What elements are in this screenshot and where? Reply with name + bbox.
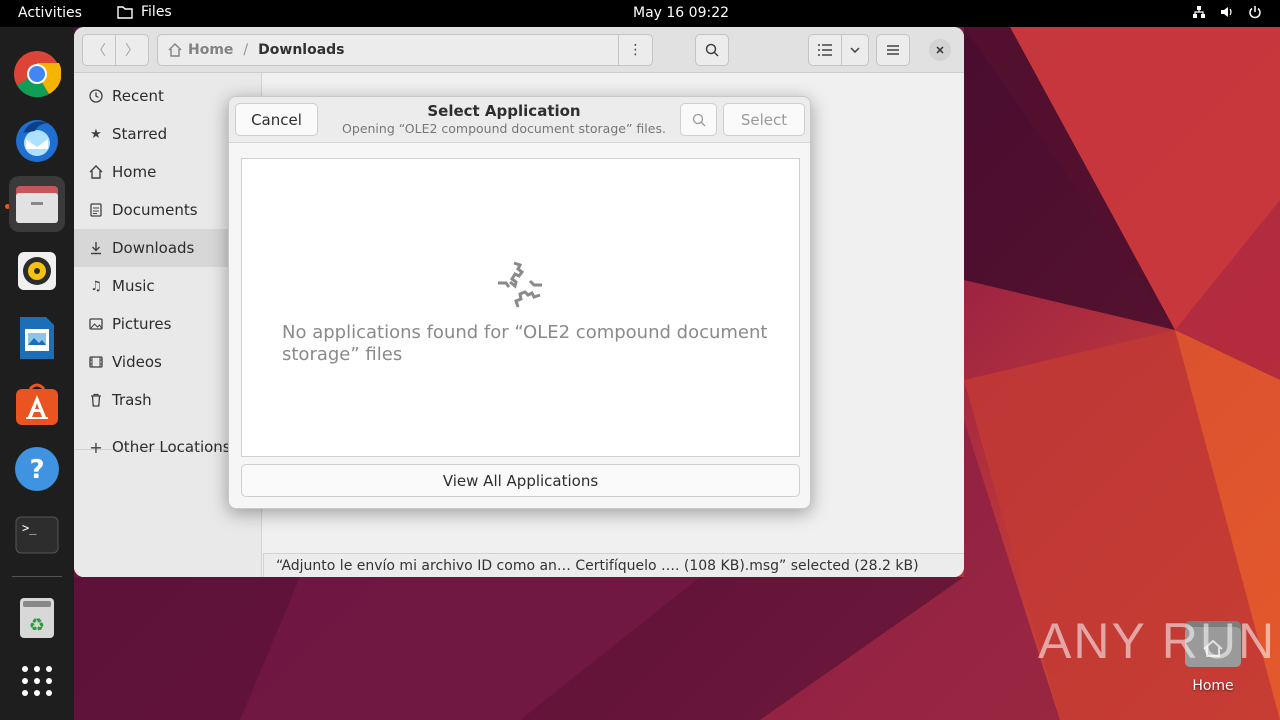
dock: ? >_ ♻ — [0, 27, 74, 720]
cancel-button[interactable]: Cancel — [235, 103, 318, 136]
top-bar: Activities Files May 16 09:22 — [0, 0, 1280, 27]
dock-separator — [12, 576, 62, 577]
app-center-icon[interactable] — [9, 376, 65, 432]
dialog-search-button[interactable] — [680, 103, 717, 136]
dialog-headerbar: Cancel Select Application Opening “OLE2 … — [229, 97, 810, 143]
dialog-subtitle: Opening “OLE2 compound document storage”… — [342, 121, 666, 136]
svg-text:?: ? — [29, 455, 44, 485]
folder-icon — [117, 6, 133, 19]
search-icon — [692, 113, 705, 126]
trash-icon[interactable]: ♻ — [9, 590, 65, 646]
chrome-icon[interactable] — [9, 46, 65, 102]
terminal-icon[interactable]: >_ — [9, 507, 65, 563]
power-icon — [1248, 5, 1262, 19]
select-button[interactable]: Select — [723, 103, 805, 136]
desktop-home-label: Home — [1192, 678, 1234, 694]
rhythmbox-icon[interactable] — [9, 243, 65, 299]
select-application-dialog: Cancel Select Application Opening “OLE2 … — [228, 96, 811, 509]
svg-text:>_: >_ — [22, 521, 37, 535]
activities-button[interactable]: Activities — [18, 5, 82, 21]
clock[interactable]: May 16 09:22 — [633, 5, 729, 21]
libreoffice-writer-icon[interactable] — [9, 310, 65, 366]
network-icon — [1192, 5, 1206, 19]
svg-text:♻: ♻ — [29, 615, 45, 636]
application-list: No applications found for “OLE2 compound… — [241, 158, 800, 457]
view-all-applications-button[interactable]: View All Applications — [241, 464, 800, 497]
status-bar: “Adjunto le envío mi archivo ID como an…… — [263, 553, 964, 577]
system-tray[interactable] — [1192, 5, 1262, 19]
watermark: ANY RUN — [1038, 613, 1277, 669]
files-icon[interactable] — [9, 176, 65, 232]
app-menu-label: Files — [141, 4, 172, 20]
app-menu[interactable]: Files — [117, 4, 172, 20]
no-applications-icon — [498, 261, 542, 308]
volume-icon — [1220, 5, 1234, 19]
help-icon[interactable]: ? — [9, 441, 65, 497]
show-apps-icon[interactable] — [9, 653, 65, 709]
dialog-title: Select Application — [427, 102, 581, 120]
empty-state-message: No applications found for “OLE2 compound… — [282, 322, 768, 365]
thunderbird-icon[interactable] — [9, 111, 65, 167]
